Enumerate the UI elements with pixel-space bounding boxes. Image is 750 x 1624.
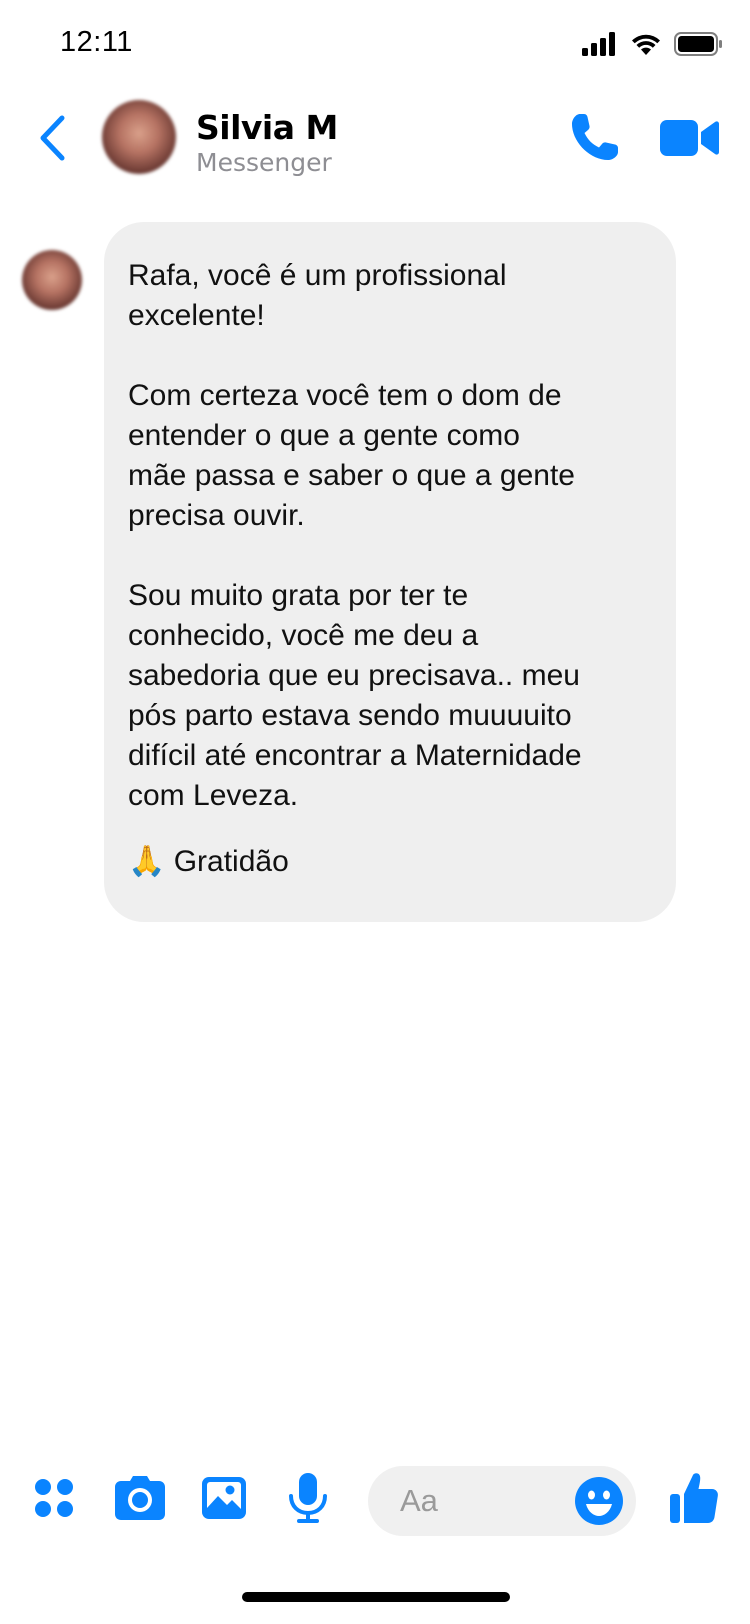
microphone-button[interactable] [280, 1470, 336, 1526]
contact-name[interactable]: Silvia M [196, 108, 338, 147]
home-indicator[interactable] [242, 1592, 510, 1602]
phone-icon[interactable] [566, 110, 622, 166]
camera-icon [115, 1476, 165, 1520]
status-bar: 12:11 [0, 0, 750, 90]
gallery-button[interactable] [196, 1470, 252, 1526]
chat-header: Silvia M Messenger [0, 90, 750, 190]
message-paragraph: Sou muito grata por ter te conhecido, vo… [128, 579, 582, 812]
contact-avatar[interactable] [102, 100, 176, 174]
composer-toolbar [0, 1460, 750, 1540]
chevron-left-icon [40, 115, 65, 161]
sender-avatar[interactable] [22, 250, 82, 310]
microphone-icon [289, 1473, 327, 1523]
camera-button[interactable] [112, 1470, 168, 1526]
message-paragraph: Rafa, você é um profissional excelente! [128, 259, 507, 332]
signal-icon [582, 32, 615, 56]
emoji-icon[interactable] [574, 1476, 624, 1526]
back-button[interactable] [30, 108, 74, 168]
apps-button[interactable] [26, 1470, 82, 1526]
message-input[interactable] [400, 1480, 560, 1522]
wifi-icon [632, 34, 660, 55]
battery-icon [674, 32, 722, 56]
like-button[interactable] [664, 1470, 724, 1526]
thumbs-up-icon [670, 1473, 718, 1523]
message-composer[interactable] [368, 1466, 636, 1536]
message-bubble[interactable]: Rafa, você é um profissional excelente! … [104, 222, 676, 922]
message-paragraph: Com certeza você tem o dom de entender o… [128, 379, 575, 532]
image-icon [202, 1477, 246, 1519]
video-camera-icon[interactable] [660, 116, 720, 160]
status-time: 12:11 [60, 26, 133, 58]
contact-subtitle: Messenger [196, 148, 332, 177]
status-icons [582, 30, 722, 58]
apps-icon [35, 1479, 73, 1517]
message-signoff: 🙏 Gratidão [128, 845, 289, 878]
